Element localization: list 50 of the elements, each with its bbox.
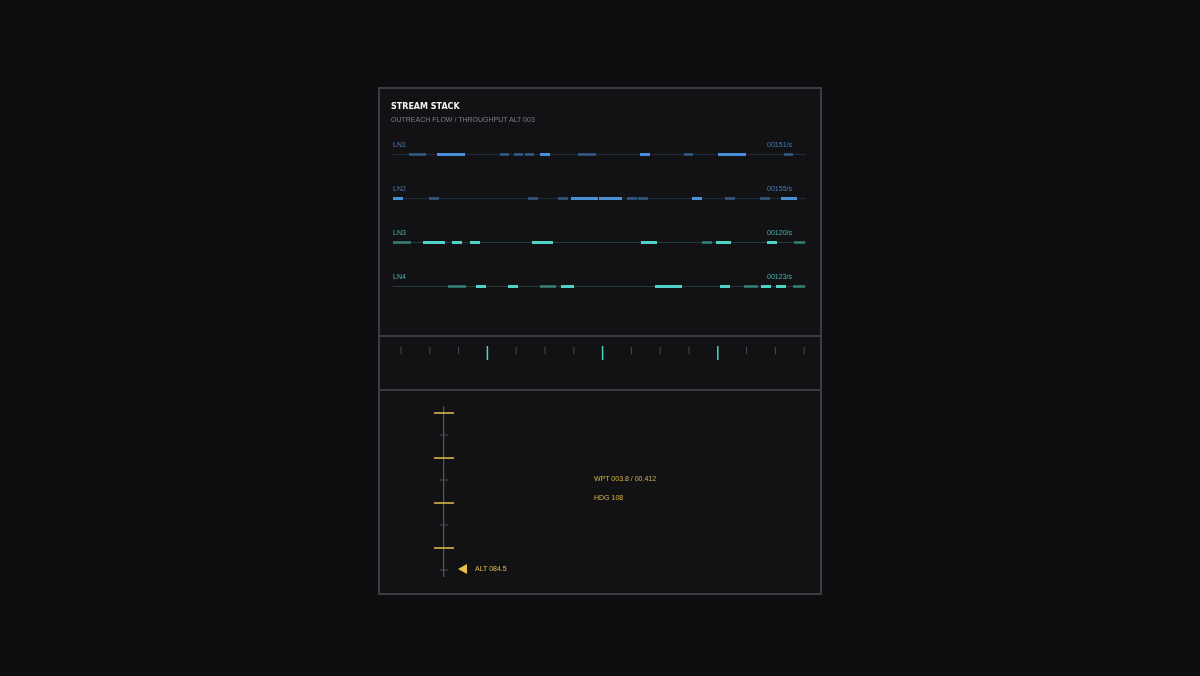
stream-segment <box>558 197 568 200</box>
stream-segment <box>393 241 411 244</box>
stream-segment <box>718 153 746 156</box>
stream-segment <box>760 197 770 200</box>
major-tick <box>717 346 719 360</box>
minor-tick <box>573 347 575 354</box>
stream-segment <box>784 153 793 156</box>
minor-tick <box>429 347 431 354</box>
stream-segment <box>409 153 426 156</box>
stream-segment <box>702 241 712 244</box>
stream-segment <box>794 241 805 244</box>
stream-segment <box>500 153 509 156</box>
stream-segment <box>781 197 797 200</box>
stream-segment <box>744 285 758 288</box>
stream-segment <box>692 197 702 200</box>
minor-tick <box>515 347 517 354</box>
stream-segment <box>470 241 480 244</box>
minor-tick <box>774 347 776 354</box>
minor-tick <box>659 347 661 354</box>
stream-segment <box>767 241 777 244</box>
stream-segment <box>655 285 682 288</box>
stream-segment <box>776 285 786 288</box>
minor-tick <box>746 347 748 354</box>
stream-segment <box>561 285 574 288</box>
panel-title: STREAM STACK <box>391 102 460 112</box>
stream-segment <box>514 153 523 156</box>
stream-segment <box>540 285 556 288</box>
minor-tick <box>458 347 460 354</box>
stream-segment <box>640 153 650 156</box>
stream-segment <box>452 241 462 244</box>
stream-segment <box>793 285 805 288</box>
stream-segment <box>508 285 518 288</box>
stream-segment <box>525 153 534 156</box>
minor-tick <box>803 347 805 354</box>
stream-segment <box>725 197 735 200</box>
pointer-icon <box>458 564 467 574</box>
major-tick <box>486 346 489 360</box>
stream-segment <box>578 153 596 156</box>
stream-segment <box>540 153 550 156</box>
major-tick <box>601 346 604 360</box>
stream-segment <box>429 197 439 200</box>
stream-segment <box>641 241 657 244</box>
stream-segment <box>720 285 730 288</box>
stream-segment <box>528 197 538 200</box>
stream-segment <box>716 241 731 244</box>
stream-segment <box>448 285 466 288</box>
stream-segment <box>532 241 553 244</box>
stream-segment <box>761 285 771 288</box>
minor-tick <box>630 347 632 354</box>
stream-segment <box>684 153 693 156</box>
